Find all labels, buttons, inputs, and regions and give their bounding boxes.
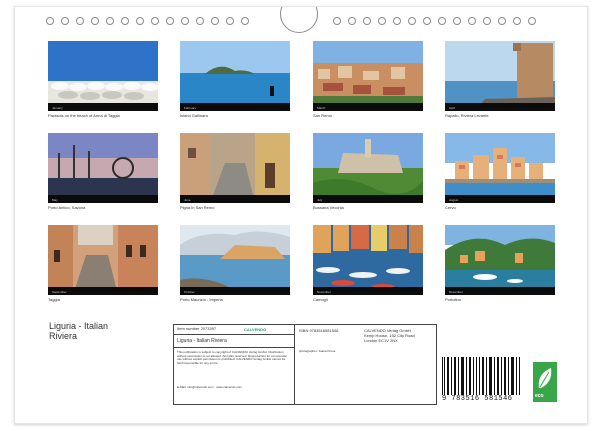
- barcode: 9 783516 581546: [442, 357, 524, 407]
- photo-caption-2: Island Gallinara: [180, 113, 208, 118]
- leaf-icon: [538, 368, 552, 388]
- item-number: Item number 2073397: [177, 326, 217, 331]
- photo-caption-4: Rapallo, Riviera Levante: [445, 113, 489, 118]
- photo-thumbnail-8[interactable]: August: [445, 133, 555, 203]
- photo-thumbnail-11[interactable]: November: [313, 225, 423, 295]
- hanger-cutout: [280, 7, 318, 33]
- binding-rings-left: [46, 17, 249, 25]
- photo-thumbnail-3[interactable]: March: [313, 41, 423, 111]
- photo-thumbnail-1[interactable]: January: [48, 41, 158, 111]
- binding-rings-right: [333, 17, 536, 25]
- publisher-info-box: Item number 2073397 CALVENDO Liguria - I…: [173, 324, 437, 405]
- eco-badge: eco: [533, 362, 557, 402]
- photo-thumbnail-6[interactable]: June: [180, 133, 290, 203]
- calendar-title: Liguria - Italian Riviera: [49, 321, 108, 341]
- title-line-2: Riviera: [49, 331, 78, 341]
- photo-caption-5: Porto Antico, Savona: [48, 205, 86, 210]
- photo-thumbnail-9[interactable]: September: [48, 225, 158, 295]
- photo-caption-6: Pigna in San Remo: [180, 205, 215, 210]
- calendar-back-page: January Parasols on the beach of Arma di…: [14, 6, 588, 424]
- contact-email: E-Mail: info@calvendo.com · www.calvendo…: [177, 385, 242, 389]
- photo-caption-9: Taggia: [48, 297, 60, 302]
- photo-caption-3: San Remo: [313, 113, 332, 118]
- book-title: Liguria - Italian Riviera: [177, 338, 227, 344]
- photo-caption-11: Camogli: [313, 297, 328, 302]
- calvendo-logo: CALVENDO: [244, 327, 267, 332]
- photo-thumbnail-7[interactable]: July: [313, 133, 423, 203]
- photo-thumbnail-2[interactable]: February: [180, 41, 290, 111]
- photo-thumbnail-12[interactable]: December: [445, 225, 555, 295]
- isbn-text: ISBN 9783516581546: [299, 328, 339, 333]
- photo-caption-10: Porto Maurizio - Imperia: [180, 297, 223, 302]
- photo-caption-8: Cervo: [445, 205, 456, 210]
- barcode-number: 9 783516 581546: [442, 395, 513, 403]
- photo-caption-12: Portofino: [445, 297, 462, 302]
- publisher-address-2: London EC1V 2NX: [364, 338, 398, 343]
- copyright-notice: This publication is subject to copyright…: [177, 350, 287, 365]
- photographer-credit: photographer: Joana Kruse: [299, 349, 336, 353]
- barcode-bars: [442, 357, 522, 395]
- photo-caption-1: Parasols on the beach of Arma di Taggia: [48, 113, 120, 118]
- eco-label: eco: [535, 393, 544, 399]
- title-line-1: Liguria - Italian: [49, 321, 109, 331]
- photo-thumbnail-5[interactable]: May: [48, 133, 158, 203]
- photo-thumbnail-10[interactable]: October: [180, 225, 290, 295]
- photo-thumbnail-4[interactable]: April: [445, 41, 555, 111]
- photo-caption-7: Bussana Vecchia: [313, 205, 344, 210]
